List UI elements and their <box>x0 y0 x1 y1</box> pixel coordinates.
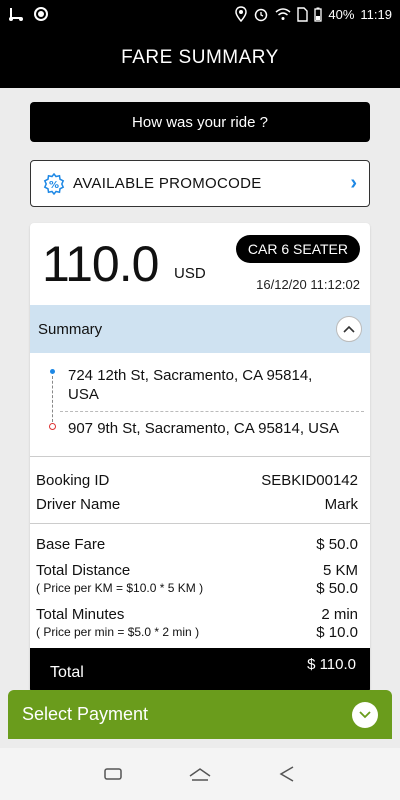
distance-formula: ( Price per KM = $10.0 * 5 KM ) <box>36 581 204 595</box>
select-payment-label: Select Payment <box>22 704 149 724</box>
fare-amount: 110.0 <box>42 236 159 292</box>
distance-label: Total Distance <box>36 561 131 579</box>
rate-ride-button[interactable]: How was your ride ? <box>30 102 370 142</box>
scooter-icon <box>8 6 24 22</box>
summary-toggle[interactable]: Summary <box>30 305 370 353</box>
pickup-address: 724 12th St, Sacramento, CA 95814, USA <box>68 367 313 403</box>
available-promocode-button[interactable]: % AVAILABLE PROMOCODE › <box>30 160 370 207</box>
booking-id-row: Booking ID SEBKID00142 <box>36 468 358 492</box>
booking-id-value: SEBKID00142 <box>261 471 358 489</box>
minutes-row: Total Minutes 2 min <box>36 605 358 623</box>
home-icon[interactable] <box>185 759 215 789</box>
fare-breakdown: Base Fare $ 50.0 Total Distance 5 KM ( P… <box>36 533 358 641</box>
total-label: Total <box>50 664 84 681</box>
recent-apps-icon[interactable] <box>98 759 128 789</box>
divider <box>30 456 370 457</box>
fare-header: 110.0 USD CAR 6 SEATER 16/12/20 11:12:02 <box>30 223 370 301</box>
distance-formula-row: ( Price per KM = $10.0 * 5 KM ) $ 50.0 <box>36 579 358 597</box>
fare-datetime: 16/12/20 11:12:02 <box>256 277 360 292</box>
distance-value: 5 KM <box>322 561 358 579</box>
alarm-icon <box>253 6 269 22</box>
route-line <box>52 376 53 422</box>
chevron-up-icon[interactable] <box>336 316 362 342</box>
fare-card: 110.0 USD CAR 6 SEATER 16/12/20 11:12:02… <box>30 223 370 693</box>
battery-icon <box>314 7 323 22</box>
pickup-dot-icon <box>50 369 55 374</box>
minutes-formula-row: ( Price per min = $5.0 * 2 min ) $ 10.0 <box>36 623 358 641</box>
wifi-icon <box>275 7 291 21</box>
minutes-amount: $ 10.0 <box>316 623 358 641</box>
base-fare-value: $ 50.0 <box>316 535 358 553</box>
fare-currency: USD <box>174 265 206 282</box>
summary-label: Summary <box>38 320 103 338</box>
divider <box>30 523 370 524</box>
app-header: FARE SUMMARY <box>0 28 400 88</box>
promo-badge-icon: % <box>43 172 65 195</box>
battery-percent: 40% <box>328 6 355 22</box>
minutes-value: 2 min <box>321 605 358 623</box>
driver-name-value: Mark <box>324 495 358 513</box>
clock: 11:19 <box>360 6 392 22</box>
booking-id-label: Booking ID <box>36 471 110 489</box>
select-payment-button[interactable]: Select Payment <box>8 690 392 739</box>
dropoff-dot-icon <box>49 423 56 430</box>
minutes-formula: ( Price per min = $5.0 * 2 min ) <box>36 625 200 639</box>
base-fare-row: Base Fare $ 50.0 <box>36 533 358 555</box>
chevron-right-icon: › <box>350 172 357 194</box>
driver-name-label: Driver Name <box>36 495 121 513</box>
base-fare-label: Base Fare <box>36 535 106 553</box>
route-details: 724 12th St, Sacramento, CA 95814, USA 9… <box>30 363 370 443</box>
svg-text:%: % <box>49 180 59 191</box>
record-icon <box>34 7 48 21</box>
distance-row: Total Distance 5 KM <box>36 561 358 579</box>
booking-info: Booking ID SEBKID00142 Driver Name Mark <box>36 468 358 516</box>
rate-ride-label: How was your ride ? <box>132 113 268 131</box>
sim-icon <box>297 6 309 22</box>
status-bar: 40% 11:19 <box>0 0 400 28</box>
route-separator <box>60 411 364 412</box>
back-icon[interactable] <box>272 759 302 789</box>
system-nav-bar <box>0 748 400 800</box>
dropoff-address: 907 9th St, Sacramento, CA 95814, USA <box>68 420 339 437</box>
location-icon <box>235 6 248 22</box>
minutes-label: Total Minutes <box>36 605 125 623</box>
promocode-label: AVAILABLE PROMOCODE <box>73 175 262 192</box>
car-type-badge: CAR 6 SEATER <box>235 235 360 263</box>
distance-amount: $ 50.0 <box>316 579 358 597</box>
driver-name-row: Driver Name Mark <box>36 492 358 516</box>
page-title: FARE SUMMARY <box>121 47 279 68</box>
chevron-down-icon[interactable] <box>352 701 378 728</box>
total-value: $ 110.0 <box>307 656 356 673</box>
total-bar: Total $ 110.0 <box>30 648 370 693</box>
